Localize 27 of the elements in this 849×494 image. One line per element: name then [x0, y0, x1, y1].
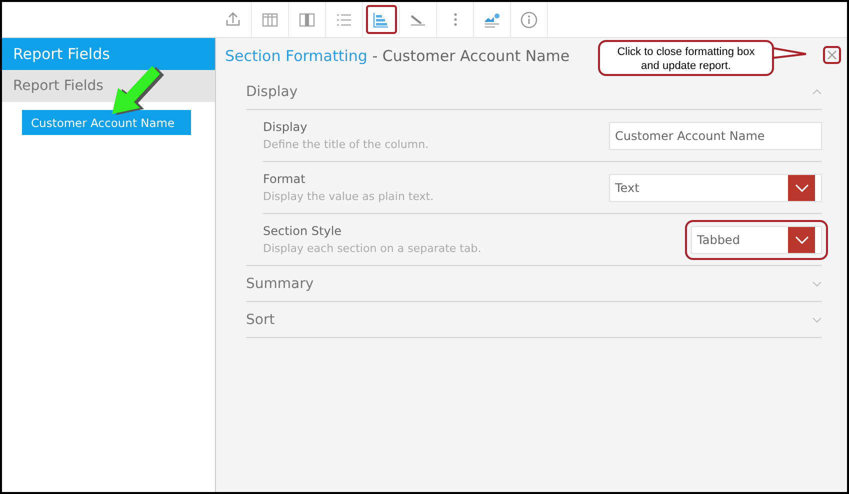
field-label: Display — [263, 120, 308, 134]
chevron-icon — [794, 236, 808, 244]
info-icon — [519, 10, 539, 30]
bar-chart-button[interactable] — [363, 2, 400, 37]
panel-title: Section Formatting - Customer Account Name — [225, 46, 570, 66]
field-item[interactable]: Customer Account Name — [22, 110, 191, 135]
dropdown[interactable]: Text — [609, 174, 822, 202]
dropdown-button[interactable] — [788, 174, 815, 200]
close-icon — [827, 50, 837, 60]
sidebar-title: Report Fields — [2, 38, 215, 70]
chevron-icon — [812, 280, 822, 286]
field-hint: Display each section on a separate tab. — [263, 242, 482, 255]
field-label: Section Style — [263, 224, 343, 238]
dropdown-button[interactable] — [788, 226, 815, 252]
chevron-icon — [794, 184, 808, 192]
section-header[interactable]: Summary — [246, 266, 822, 301]
chevron-icon — [812, 88, 822, 94]
section-header[interactable]: Sort — [246, 302, 822, 337]
field-hint: Define the title of the column. — [263, 138, 429, 151]
field-hint: Display the value as plain text. — [263, 190, 434, 203]
chevron-icon — [812, 316, 822, 322]
input-field[interactable]: Customer Account Name — [609, 122, 822, 150]
field-label: Format — [263, 172, 306, 186]
pencil-icon — [410, 14, 426, 26]
close-button[interactable] — [823, 46, 841, 64]
callout-text: Click to close formatting box and update report. — [598, 40, 774, 76]
more-icon — [454, 13, 456, 26]
